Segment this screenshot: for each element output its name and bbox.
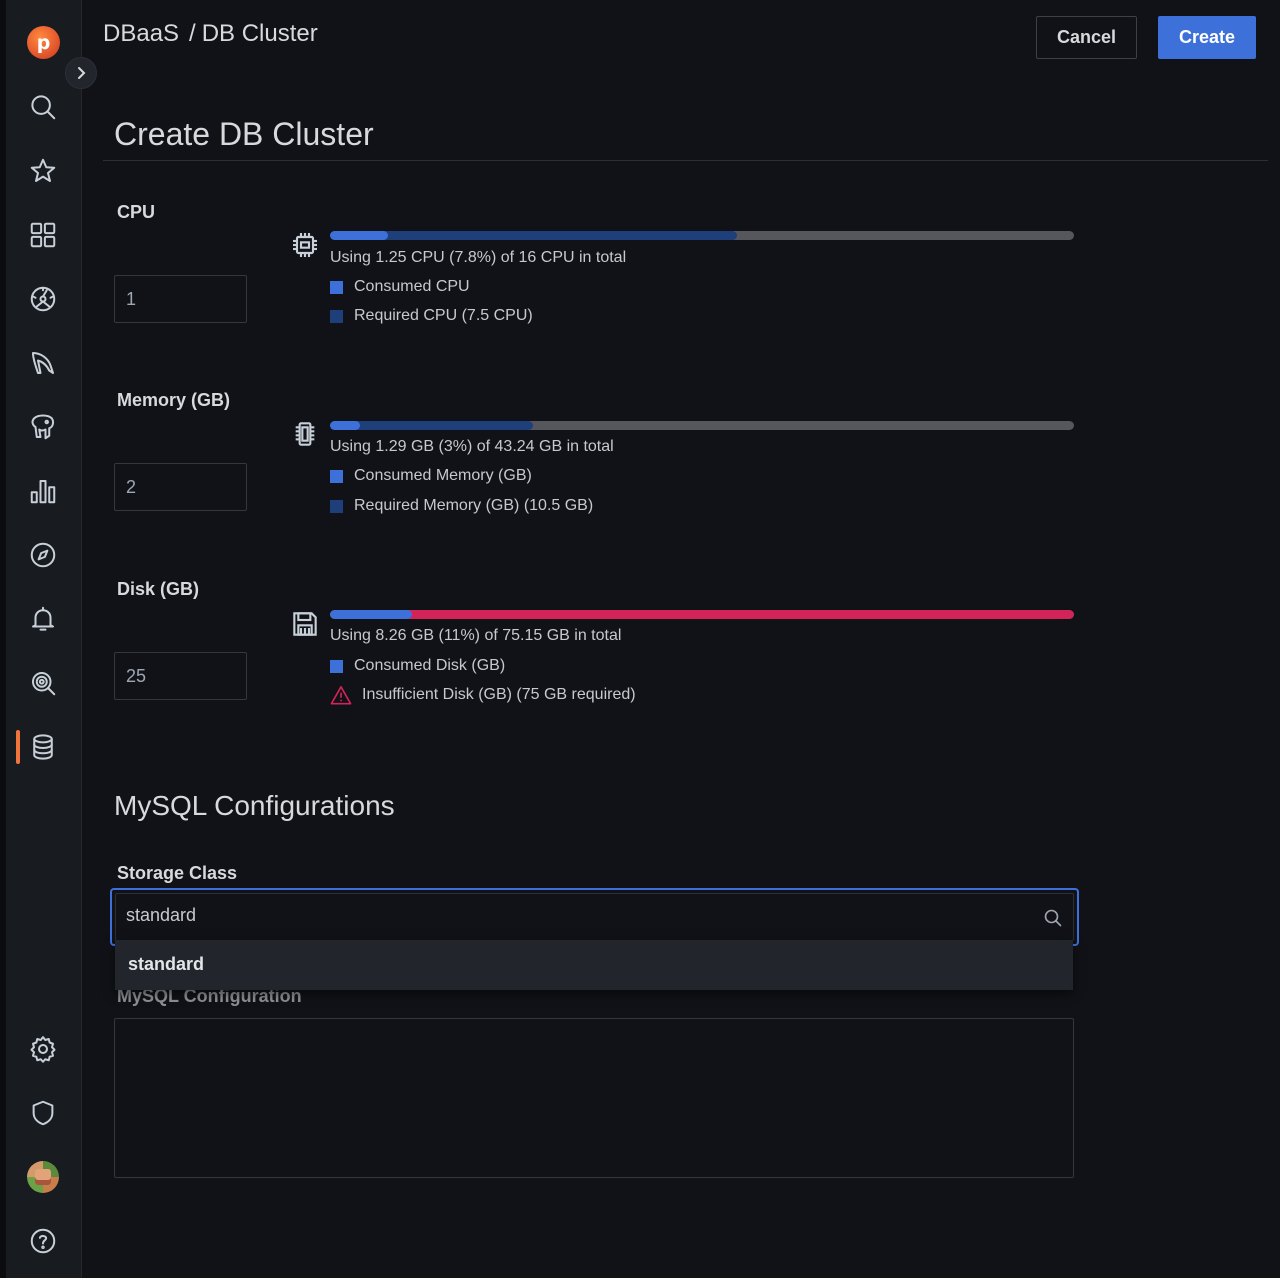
active-indicator [16, 730, 20, 764]
disk-label: Disk (GB) [117, 579, 200, 599]
breadcrumb-current: DB Cluster [201, 20, 318, 47]
disk-legend-consumed-label: Consumed Disk (GB) [354, 657, 506, 674]
gear-icon[interactable] [27, 1033, 59, 1065]
bar-chart-icon[interactable] [27, 475, 59, 507]
warning-icon [330, 686, 352, 705]
storage-class-select[interactable] [110, 888, 1079, 946]
page-title: Create DB Cluster [114, 116, 374, 152]
compass-icon[interactable] [27, 539, 59, 571]
memory-legend-required: Required Memory (GB) (10.5 GB) [330, 497, 593, 515]
cpu-legend-required: Required CPU (7.5 CPU) [330, 307, 533, 325]
star-icon[interactable] [27, 155, 59, 187]
database-icon[interactable] [27, 731, 59, 763]
cpu-required-segment [330, 231, 737, 240]
disk-legend-insufficient: Insufficient Disk (GB) (75 GB required) [330, 685, 636, 705]
dashboards-icon[interactable] [27, 219, 59, 251]
bell-icon[interactable] [27, 603, 59, 635]
consumed-swatch [330, 280, 343, 294]
storage-class-input-value[interactable]: standard [126, 905, 196, 926]
disk-legend-consumed: Consumed Disk (GB) [330, 657, 505, 675]
cpu-chip-icon [289, 229, 321, 261]
search-icon [1044, 909, 1062, 927]
help-icon[interactable] [27, 1225, 59, 1257]
cpu-label: CPU [117, 202, 156, 222]
disk-insufficient-segment [330, 610, 1074, 619]
memory-required-segment [330, 421, 534, 430]
memory-legend-required-label: Required Memory (GB) (10.5 GB) [354, 497, 594, 514]
create-button[interactable]: Create [1158, 16, 1256, 59]
app-logo[interactable]: p [27, 26, 60, 59]
shield-icon[interactable] [27, 1097, 59, 1129]
memory-legend-consumed-label: Consumed Memory (GB) [354, 467, 532, 484]
title-divider [103, 160, 1268, 161]
floppy-disk-icon [289, 608, 321, 640]
cpu-legend-consumed-label: Consumed CPU [354, 278, 470, 295]
cancel-button[interactable]: Cancel [1036, 16, 1137, 59]
memory-usage-text: Using 1.29 GB (3%) of 43.24 GB in total [330, 438, 614, 455]
memory-usage-bar [330, 421, 1074, 430]
dropdown-option-standard[interactable]: standard [128, 954, 204, 975]
cpu-usage-bar [330, 231, 1074, 240]
sidebar-edge [0, 0, 6, 1278]
logo-letter: p [36, 31, 51, 54]
sidebar: p [0, 0, 82, 1278]
memory-chip-icon [289, 418, 321, 450]
breadcrumb-separator: / [189, 20, 196, 47]
required-swatch [330, 309, 343, 323]
memory-legend-consumed: Consumed Memory (GB) [330, 467, 532, 485]
storage-class-label: Storage Class [117, 863, 238, 883]
disk-legend-insufficient-label: Insufficient Disk (GB) (75 GB required) [362, 686, 636, 703]
memory-input[interactable]: 2 [114, 463, 247, 511]
memory-label: Memory (GB) [117, 390, 231, 410]
select-inner-border [115, 893, 1074, 941]
cpu-input[interactable]: 1 [114, 275, 247, 323]
disk-usage-text: Using 8.26 GB (11%) of 75.15 GB in total [330, 627, 622, 644]
search-icon[interactable] [27, 91, 59, 123]
required-swatch [330, 499, 343, 513]
dashboard-gauge-icon[interactable] [27, 283, 59, 315]
memory-consumed-segment [330, 421, 360, 430]
breadcrumb: DBaaS / DB Cluster [103, 20, 318, 48]
qan-search-icon[interactable] [27, 667, 59, 699]
consumed-swatch [330, 469, 343, 483]
cpu-usage-text: Using 1.25 CPU (7.8%) of 16 CPU in total [330, 249, 627, 266]
disk-consumed-segment [330, 610, 412, 619]
cpu-legend-consumed: Consumed CPU [330, 278, 470, 296]
mysql-configurations-title: MySQL Configurations [114, 790, 395, 821]
disk-usage-bar [330, 610, 1074, 619]
breadcrumb-root[interactable]: DBaaS [103, 20, 179, 47]
cpu-legend-required-label: Required CPU (7.5 CPU) [354, 307, 533, 324]
expand-sidebar-button[interactable] [65, 57, 97, 89]
postgresql-elephant-icon[interactable] [27, 411, 59, 443]
mysql-configuration-textarea[interactable] [114, 1018, 1074, 1178]
disk-input[interactable]: 25 [114, 652, 247, 700]
cpu-consumed-segment [330, 231, 389, 240]
mysql-dolphin-icon[interactable] [27, 347, 59, 379]
chevron-right-icon [78, 67, 86, 79]
storage-class-dropdown: standard [115, 940, 1073, 990]
consumed-swatch [330, 659, 343, 673]
avatar[interactable] [27, 1161, 59, 1193]
